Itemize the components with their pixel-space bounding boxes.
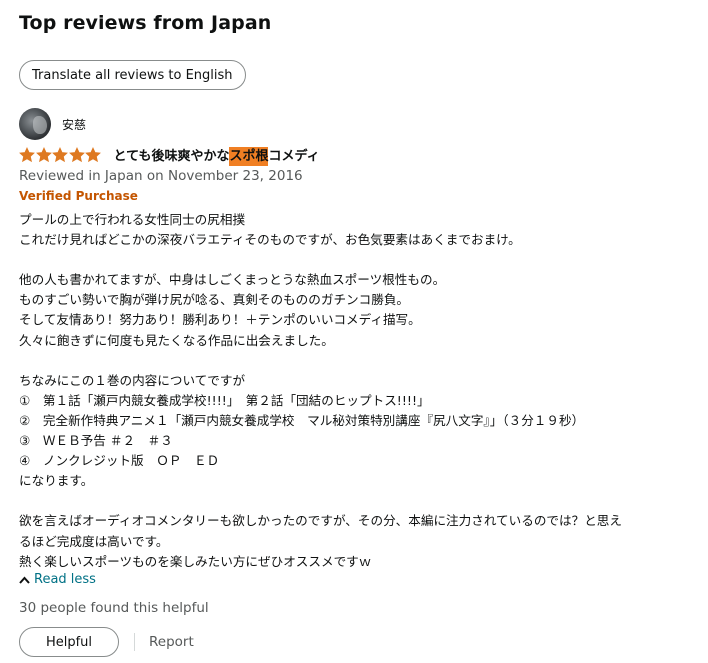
- review-body-line: 久々に飽きずに何度も見たくなる作品に出会えました。: [19, 332, 334, 348]
- review-title-after[interactable]: コメディ: [268, 149, 319, 164]
- review-body-line: ものすごい勢いで胸が弾け尻が唸る、真剣そのもののガチンコ勝負。: [19, 292, 410, 308]
- star-icon: [19, 146, 35, 162]
- review-title-highlight[interactable]: スポ根: [229, 147, 269, 166]
- reviewer-name[interactable]: 安慈: [62, 116, 86, 133]
- star-icon: [85, 146, 101, 162]
- review-body-line: ① 第１話「瀬戸内競女養成学校!!!!」 第２話「団結のヒップトス!!!!」: [19, 392, 430, 408]
- review-body: プールの上で行われる女性同士の尻相撲これだけ見ればどこかの深夜バラエティそのもの…: [19, 210, 694, 572]
- review-body-line: になります。: [19, 473, 94, 489]
- chevron-up-icon: [19, 576, 30, 584]
- helpful-button[interactable]: Helpful: [19, 627, 119, 657]
- avatar[interactable]: [19, 108, 51, 140]
- helpful-count: 30 people found this helpful: [19, 600, 209, 616]
- section-heading: Top reviews from Japan: [19, 12, 272, 34]
- review-body-line: [19, 491, 694, 511]
- translate-reviews-button[interactable]: Translate all reviews to English: [19, 60, 246, 90]
- review-body-line: ③ ＷＥＢ予告 ＃２ ＃３: [19, 433, 173, 449]
- review-body-line: 欲を言えばオーディオコメンタリーも欲しかったのですが、その分、本編に注力されてい…: [19, 513, 622, 529]
- verified-purchase-badge: Verified Purchase: [19, 189, 138, 203]
- review-body-line: ② 完全新作特典アニメ１「瀬戸内競女養成学校 マル秘対策特別講座『尻八文字』」（…: [19, 412, 585, 428]
- read-less-link[interactable]: Read less: [19, 572, 96, 587]
- star-icon: [52, 146, 68, 162]
- star-icon: [35, 146, 52, 162]
- review-title[interactable]: とても後味爽やかなスポ根コメディ: [114, 145, 320, 166]
- review-title-before[interactable]: とても後味爽やかな: [114, 149, 230, 164]
- review-body-line: そして友情あり！努力あり！勝利あり！＋テンポのいいコメディ描写。: [19, 312, 421, 328]
- review-body-line: 熱く楽しいスポーツものを楽しみたい方にぜひオススメですｗ: [19, 553, 372, 569]
- review-body-line: これだけ見ればどこかの深夜バラエティそのものですが、お色気要素はあくまでおまけ。: [19, 232, 521, 248]
- report-link[interactable]: Report: [149, 634, 194, 650]
- review-body-line: プールの上で行われる女性同士の尻相撲: [19, 212, 246, 227]
- review-body-line: [19, 351, 694, 371]
- review-actions: Helpful Report: [19, 627, 194, 657]
- star-rating[interactable]: [19, 146, 102, 163]
- review-body-line: ④ ノンクレジット版 ＯＰ ＥＤ: [19, 453, 220, 469]
- action-divider: [134, 633, 135, 651]
- read-less-label[interactable]: Read less: [34, 572, 96, 587]
- review-body-line: るほど完成度は高いです。: [19, 533, 169, 549]
- review-body-line: ちなみにこの１巻の内容についてですが: [19, 372, 246, 388]
- review-body-line: 他の人も書かれてますが、中身はしごくまっとうな熱血スポーツ根性もの。: [19, 272, 446, 288]
- review-date: Reviewed in Japan on November 23, 2016: [19, 168, 303, 184]
- rating-row: とても後味爽やかなスポ根コメディ: [19, 145, 320, 166]
- review-body-line: [19, 250, 694, 270]
- star-icon: [68, 146, 85, 162]
- reviewer-profile[interactable]: 安慈: [19, 108, 86, 140]
